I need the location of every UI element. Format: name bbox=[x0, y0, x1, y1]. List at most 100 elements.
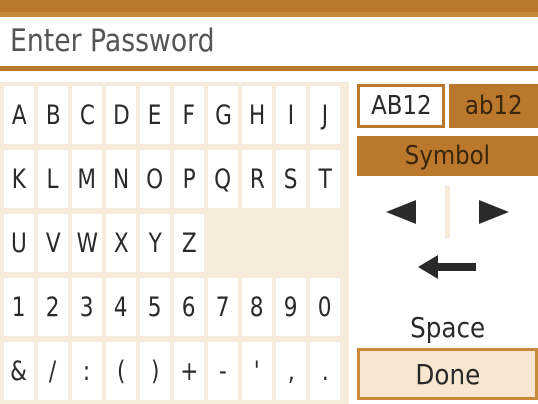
key-2-3[interactable]: X bbox=[106, 214, 136, 272]
key-label: 3 bbox=[80, 291, 94, 323]
character-keyboard: A B C D E F G H I J K L M N O P Q R S T U V W X Y Z 1 2 3 4 5 6 7 8 9 0 & /: (… bbox=[0, 82, 349, 404]
key-label: X bbox=[113, 227, 129, 259]
key-label: 7 bbox=[216, 291, 230, 323]
key-label: L bbox=[46, 163, 60, 195]
key-label: E bbox=[148, 99, 162, 131]
key-0-5[interactable]: F bbox=[174, 86, 204, 144]
key-0-3[interactable]: D bbox=[106, 86, 136, 144]
key-4-4[interactable]: ) bbox=[140, 342, 170, 400]
mode-symbol-button[interactable]: Symbol bbox=[357, 136, 538, 176]
key-label: O bbox=[146, 163, 164, 195]
key-3-1[interactable]: 2 bbox=[38, 278, 68, 336]
key-0-4[interactable]: E bbox=[140, 86, 170, 144]
key-label: . bbox=[321, 355, 329, 387]
key-3-5[interactable]: 6 bbox=[174, 278, 204, 336]
space-button[interactable]: Space bbox=[357, 296, 538, 346]
done-label: Done bbox=[415, 357, 480, 391]
backspace-arrow-icon bbox=[417, 255, 476, 279]
key-1-9[interactable]: T bbox=[310, 150, 340, 208]
key-label: 6 bbox=[182, 291, 196, 323]
key-0-6[interactable]: G bbox=[208, 86, 238, 144]
key-label: C bbox=[79, 99, 95, 131]
key-1-0[interactable]: K bbox=[4, 150, 34, 208]
key-0-9[interactable]: J bbox=[310, 86, 340, 144]
key-label: - bbox=[219, 355, 227, 387]
key-3-7[interactable]: 8 bbox=[242, 278, 272, 336]
key-label: ) bbox=[150, 355, 160, 387]
key-label: : bbox=[83, 355, 91, 387]
key-label: K bbox=[11, 163, 27, 195]
key-label: 5 bbox=[148, 291, 162, 323]
space-label: Space bbox=[409, 311, 486, 344]
key-label: D bbox=[112, 99, 130, 131]
key-label: , bbox=[287, 355, 295, 387]
key-label: 8 bbox=[250, 291, 264, 323]
key-1-5[interactable]: P bbox=[174, 150, 204, 208]
key-3-9[interactable]: 0 bbox=[310, 278, 340, 336]
key-0-8[interactable]: I bbox=[276, 86, 306, 144]
key-4-6[interactable]: - bbox=[208, 342, 238, 400]
cursor-right-button[interactable] bbox=[450, 186, 538, 238]
key-label: ' bbox=[254, 355, 260, 387]
key-label: T bbox=[318, 163, 332, 195]
key-4-7[interactable]: ' bbox=[242, 342, 272, 400]
key-2-1[interactable]: V bbox=[38, 214, 68, 272]
key-3-8[interactable]: 9 bbox=[276, 278, 306, 336]
key-4-0[interactable]: & bbox=[4, 342, 34, 400]
key-1-6[interactable]: Q bbox=[208, 150, 238, 208]
key-2-0[interactable]: U bbox=[4, 214, 34, 272]
header-bottom-rule bbox=[0, 66, 538, 71]
key-3-2[interactable]: 3 bbox=[72, 278, 102, 336]
key-label: N bbox=[112, 163, 130, 195]
mode-symbol-label: Symbol bbox=[404, 141, 491, 171]
key-1-7[interactable]: R bbox=[242, 150, 272, 208]
key-4-9[interactable]: . bbox=[310, 342, 340, 400]
key-2-2[interactable]: W bbox=[72, 214, 102, 272]
key-label: G bbox=[214, 99, 232, 131]
key-label: ( bbox=[116, 355, 126, 387]
key-3-0[interactable]: 1 bbox=[4, 278, 34, 336]
arrow-right-icon bbox=[479, 200, 509, 224]
key-label: U bbox=[11, 227, 27, 259]
key-4-5[interactable]: + bbox=[174, 342, 204, 400]
key-3-3[interactable]: 4 bbox=[106, 278, 136, 336]
key-2-4[interactable]: Y bbox=[140, 214, 170, 272]
backspace-button[interactable] bbox=[357, 242, 538, 292]
key-1-3[interactable]: N bbox=[106, 150, 136, 208]
key-label: 4 bbox=[114, 291, 128, 323]
key-3-6[interactable]: 7 bbox=[208, 278, 238, 336]
key-label: S bbox=[284, 163, 298, 195]
done-button[interactable]: Done bbox=[357, 348, 538, 400]
key-3-4[interactable]: 5 bbox=[140, 278, 170, 336]
key-0-0[interactable]: A bbox=[4, 86, 34, 144]
key-label: & bbox=[10, 355, 28, 387]
key-1-1[interactable]: L bbox=[38, 150, 68, 208]
key-2-5[interactable]: Z bbox=[174, 214, 204, 272]
key-label: J bbox=[321, 99, 329, 131]
cursor-controls bbox=[357, 186, 538, 238]
key-label: V bbox=[45, 227, 61, 259]
cursor-left-button[interactable] bbox=[357, 186, 445, 238]
key-4-3[interactable]: ( bbox=[106, 342, 136, 400]
mode-lower-button[interactable]: ab12 bbox=[449, 84, 538, 128]
key-label: Z bbox=[181, 227, 197, 259]
key-label: R bbox=[249, 163, 265, 195]
key-0-2[interactable]: C bbox=[72, 86, 102, 144]
key-label: A bbox=[11, 99, 27, 131]
key-4-8[interactable]: , bbox=[276, 342, 306, 400]
key-1-2[interactable]: M bbox=[72, 150, 102, 208]
key-1-4[interactable]: O bbox=[140, 150, 170, 208]
mode-upper-button[interactable]: AB12 bbox=[357, 84, 445, 128]
header-top-rule-2 bbox=[0, 12, 538, 17]
key-1-8[interactable]: S bbox=[276, 150, 306, 208]
key-label: P bbox=[182, 163, 196, 195]
password-input[interactable] bbox=[10, 18, 458, 64]
key-4-1[interactable]: / bbox=[38, 342, 68, 400]
key-label: / bbox=[49, 355, 57, 387]
key-0-7[interactable]: H bbox=[242, 86, 272, 144]
key-0-1[interactable]: B bbox=[38, 86, 68, 144]
key-label: W bbox=[76, 227, 98, 259]
arrow-left-icon bbox=[386, 200, 416, 224]
key-4-2[interactable]: : bbox=[72, 342, 102, 400]
key-label: 1 bbox=[12, 291, 26, 323]
